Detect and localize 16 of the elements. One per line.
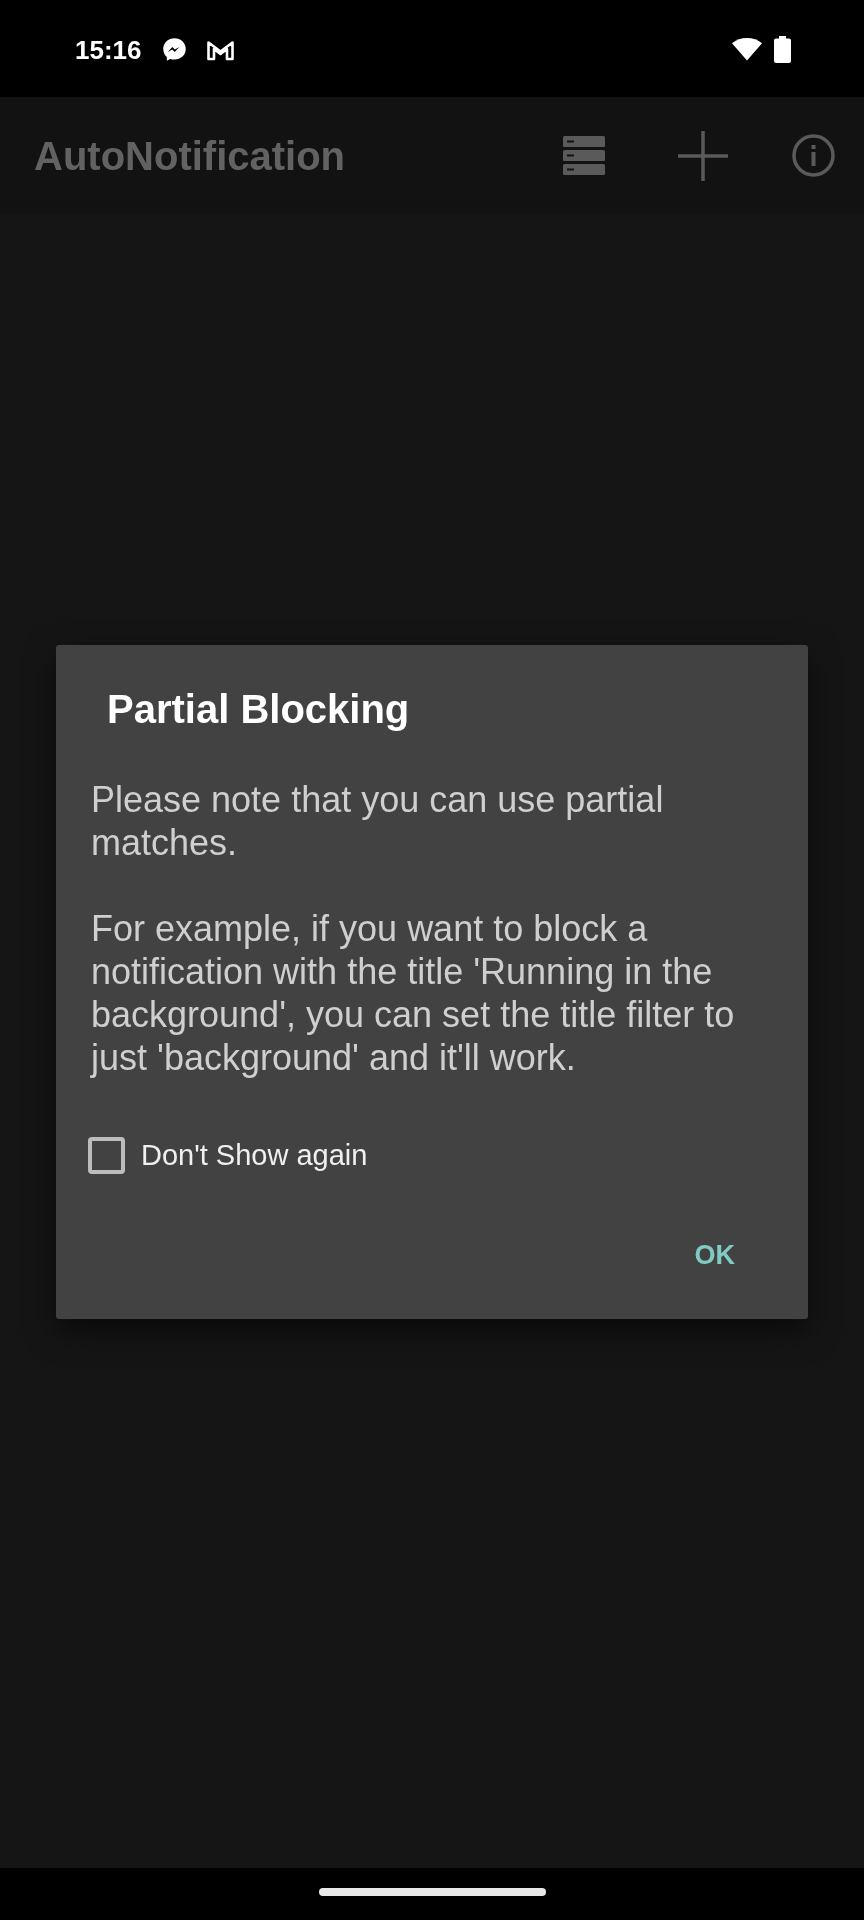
chat-bubble-icon: [160, 36, 188, 63]
wifi-icon: [732, 38, 762, 61]
app-title: AutoNotification: [34, 132, 346, 180]
info-icon[interactable]: [792, 134, 835, 177]
message-paragraph: For example, if you want to block a notification with the title 'Running in the background', you can set the title filter to just 'background' and it'll work.: [91, 907, 736, 1079]
ok-button[interactable]: OK: [678, 1223, 751, 1287]
gesture-handle[interactable]: [318, 1888, 546, 1896]
checkbox[interactable]: [88, 1136, 125, 1174]
stacked-rows-icon[interactable]: [563, 136, 605, 175]
checkbox-label[interactable]: Don't Show again: [141, 1137, 368, 1173]
battery-icon: [774, 36, 791, 63]
status-time: 15:16: [75, 34, 142, 65]
mail-icon: [205, 38, 235, 61]
plus-icon[interactable]: [678, 130, 728, 181]
dialog-title: Partial Blocking: [107, 686, 411, 733]
message-paragraph: Please note that you can use partial matches.: [91, 778, 665, 864]
